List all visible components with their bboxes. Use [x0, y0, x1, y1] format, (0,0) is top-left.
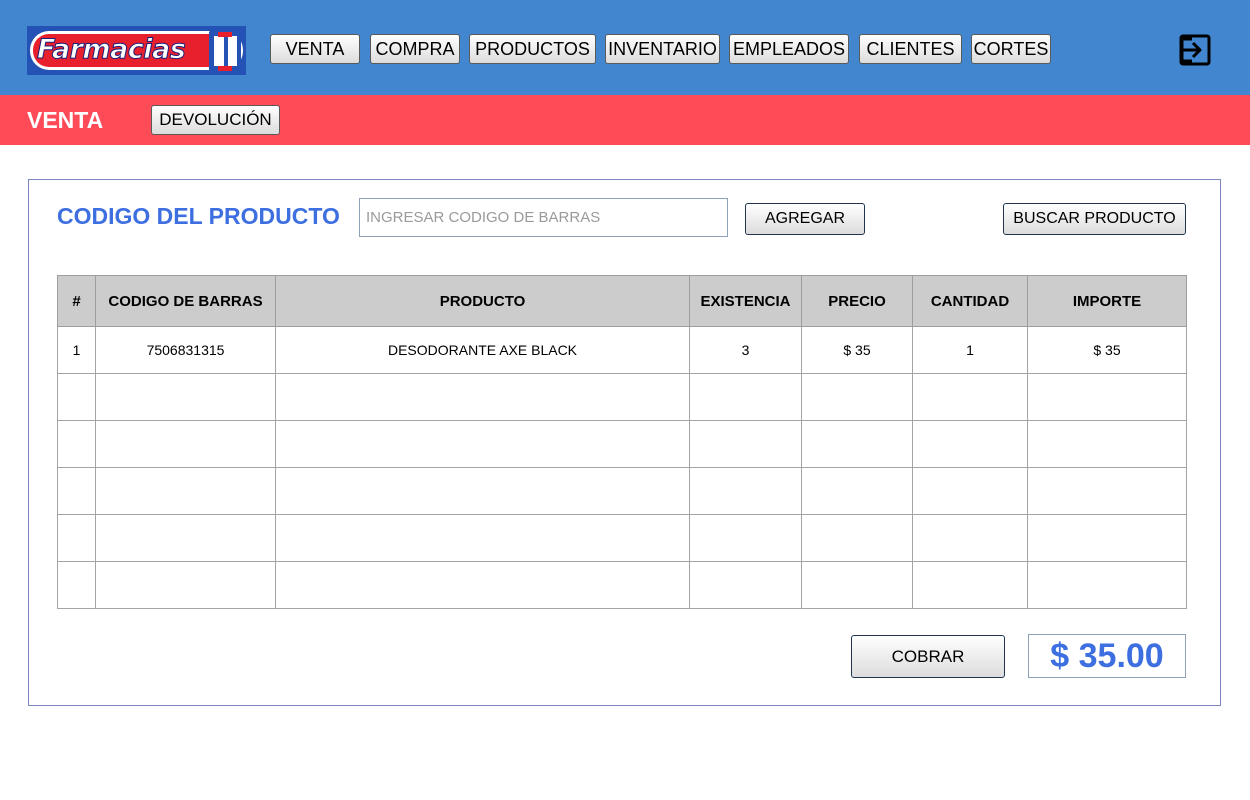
cell-price: [801, 514, 913, 562]
cell-number: 1: [57, 326, 96, 374]
cell-quantity: [912, 467, 1028, 515]
farmacias-logo: Farmacias: [27, 26, 246, 75]
add-button[interactable]: AGREGAR: [745, 203, 865, 235]
table-row: [57, 467, 1187, 515]
products-table: # CODIGO DE BARRAS PRODUCTO EXISTENCIA P…: [57, 275, 1187, 609]
cell-price: [801, 561, 913, 609]
cell-stock: [689, 467, 802, 515]
nav-inventario-button[interactable]: INVENTARIO: [605, 34, 720, 64]
logout-icon[interactable]: [1178, 33, 1212, 67]
nav-clientes-button[interactable]: CLIENTES: [859, 34, 962, 64]
section-title: VENTA: [27, 107, 104, 133]
cell-stock: [689, 373, 802, 421]
cell-amount: [1027, 514, 1187, 562]
logo-text: Farmacias: [36, 34, 186, 66]
cell-number: [57, 420, 96, 468]
search-product-button[interactable]: BUSCAR PRODUCTO: [1003, 203, 1186, 235]
cell-price: $ 35: [801, 326, 913, 374]
cell-number: [57, 373, 96, 421]
table-row: [57, 561, 1187, 609]
cell-barcode: [95, 561, 276, 609]
logo-mark-icon: [209, 30, 241, 72]
nav-productos-button[interactable]: PRODUCTOS: [469, 34, 596, 64]
table-row: [57, 514, 1187, 562]
table-row[interactable]: 1 7506831315 DESODORANTE AXE BLACK 3 $ 3…: [57, 326, 1187, 374]
cell-barcode: 7506831315: [95, 326, 276, 374]
nav-empleados-button[interactable]: EMPLEADOS: [729, 34, 849, 64]
table-row: [57, 373, 1187, 421]
cell-price: [801, 373, 913, 421]
cell-quantity: [912, 514, 1028, 562]
cell-product: DESODORANTE AXE BLACK: [275, 326, 690, 374]
cell-barcode: [95, 373, 276, 421]
table-header-row: # CODIGO DE BARRAS PRODUCTO EXISTENCIA P…: [57, 275, 1187, 327]
cell-amount: [1027, 467, 1187, 515]
cell-quantity: [912, 561, 1028, 609]
cell-stock: [689, 420, 802, 468]
cell-stock: [689, 561, 802, 609]
cell-number: [57, 514, 96, 562]
nav-cortes-button[interactable]: CORTES: [971, 34, 1051, 64]
cell-quantity: [912, 420, 1028, 468]
cell-quantity: [912, 373, 1028, 421]
cell-product: [275, 420, 690, 468]
cell-product: [275, 467, 690, 515]
nav-venta-button[interactable]: VENTA: [270, 34, 360, 64]
cell-amount: $ 35: [1027, 326, 1187, 374]
cell-amount: [1027, 373, 1187, 421]
total-amount: $ 35.00: [1028, 634, 1186, 678]
col-header-number: #: [57, 275, 96, 327]
col-header-stock: EXISTENCIA: [689, 275, 802, 327]
col-header-amount: IMPORTE: [1027, 275, 1187, 327]
col-header-price: PRECIO: [801, 275, 913, 327]
cell-price: [801, 420, 913, 468]
cell-product: [275, 514, 690, 562]
cell-number: [57, 561, 96, 609]
nav-compra-button[interactable]: COMPRA: [370, 34, 460, 64]
cell-barcode: [95, 467, 276, 515]
barcode-input[interactable]: [359, 198, 728, 237]
cell-barcode: [95, 514, 276, 562]
cell-price: [801, 467, 913, 515]
cell-barcode: [95, 420, 276, 468]
cell-product: [275, 561, 690, 609]
cell-number: [57, 467, 96, 515]
col-header-quantity: CANTIDAD: [912, 275, 1028, 327]
product-code-label: CODIGO DEL PRODUCTO: [57, 203, 340, 229]
charge-button[interactable]: COBRAR: [851, 635, 1005, 678]
cell-product: [275, 373, 690, 421]
table-row: [57, 420, 1187, 468]
col-header-barcode: CODIGO DE BARRAS: [95, 275, 276, 327]
devolucion-button[interactable]: DEVOLUCIÓN: [151, 105, 280, 135]
cell-stock: 3: [689, 326, 802, 374]
cell-stock: [689, 514, 802, 562]
cell-amount: [1027, 561, 1187, 609]
cell-amount: [1027, 420, 1187, 468]
cell-quantity[interactable]: 1: [912, 326, 1028, 374]
col-header-product: PRODUCTO: [275, 275, 690, 327]
